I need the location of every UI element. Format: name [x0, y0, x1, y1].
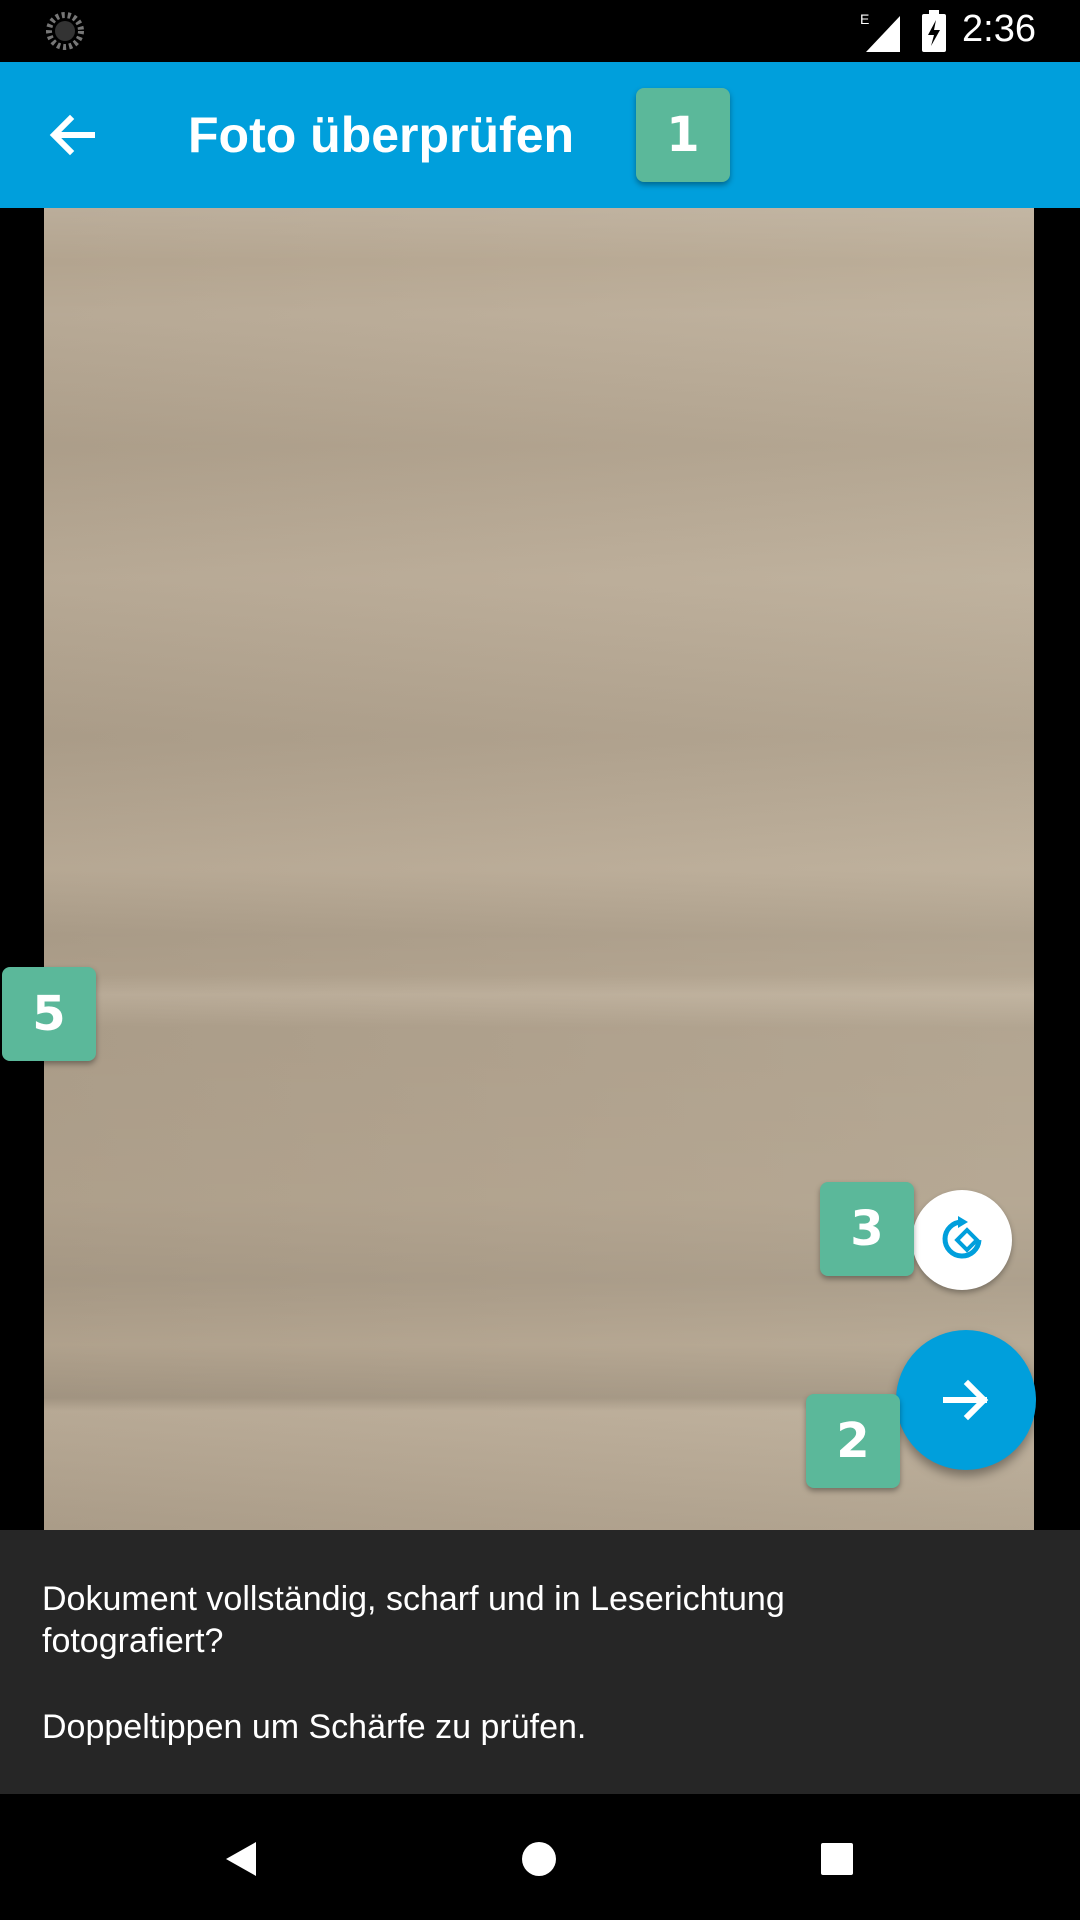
hint-panel: Dokument vollständig, scharf und in Lese…: [0, 1530, 1080, 1794]
system-nav-bar: [0, 1794, 1080, 1920]
hint-text-line-3: Doppeltippen um Schärfe zu prüfen.: [42, 1708, 587, 1746]
status-bar: E 2:36: [0, 0, 1080, 62]
rotate-button[interactable]: [912, 1190, 1012, 1290]
next-button[interactable]: [896, 1330, 1036, 1470]
hint-text-line-2: fotografiert?: [42, 1622, 224, 1660]
annotation-badge-5: 5: [2, 967, 96, 1061]
svg-text:E: E: [860, 12, 869, 27]
loading-spinner-icon: [46, 12, 84, 50]
hint-text-line-1: Dokument vollständig, scharf und in Lese…: [42, 1580, 785, 1618]
arrow-back-icon[interactable]: [40, 102, 106, 168]
battery-charging-icon: [922, 10, 946, 52]
page-title: Foto überprüfen: [188, 107, 575, 163]
back-triangle-icon[interactable]: [216, 1834, 266, 1884]
rotate-icon: [942, 1216, 982, 1259]
signal-icon: E: [860, 12, 900, 52]
home-circle-icon[interactable]: [514, 1834, 564, 1884]
status-time: 2:36: [962, 8, 1036, 50]
app-bar: Foto überprüfen: [0, 62, 1080, 208]
arrow-forward-icon: [943, 1379, 989, 1421]
recents-square-icon[interactable]: [812, 1834, 862, 1884]
annotation-badge-3: 3: [820, 1182, 914, 1276]
annotation-badge-1: 1: [636, 88, 730, 182]
photo-preview[interactable]: [44, 208, 1034, 1530]
annotation-badge-2: 2: [806, 1394, 900, 1488]
